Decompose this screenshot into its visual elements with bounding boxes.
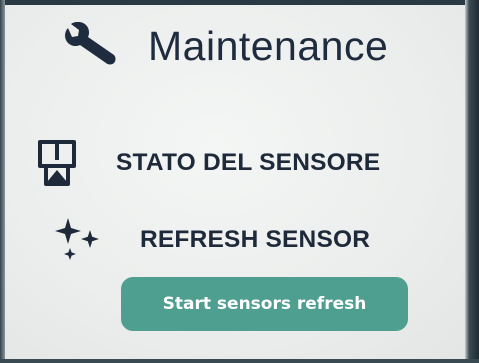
sensor-device-icon	[38, 140, 76, 186]
sensor-status-row[interactable]: STATO DEL SENSORE	[34, 138, 380, 188]
refresh-sensor-label: REFRESH SENSOR	[140, 226, 371, 253]
sparkles-icon	[55, 218, 99, 260]
maintenance-screen: Maintenance STATO DEL SENSORE REFRESH SE…	[0, 0, 479, 363]
wrench-icon	[65, 22, 116, 65]
sensor-status-label: STATO DEL SENSORE	[116, 149, 381, 176]
screen-bezel-right	[465, 0, 479, 363]
screen-bezel-bottom	[0, 359, 479, 363]
screen-bezel-top	[0, 0, 479, 5]
page-header: Maintenance	[62, 22, 388, 70]
refresh-sensor-row: REFRESH SENSOR	[54, 216, 370, 264]
start-sensors-refresh-button[interactable]: Start sensors refresh	[121, 277, 408, 331]
page-title: Maintenance	[148, 22, 389, 69]
screen-bezel-left	[0, 0, 5, 363]
